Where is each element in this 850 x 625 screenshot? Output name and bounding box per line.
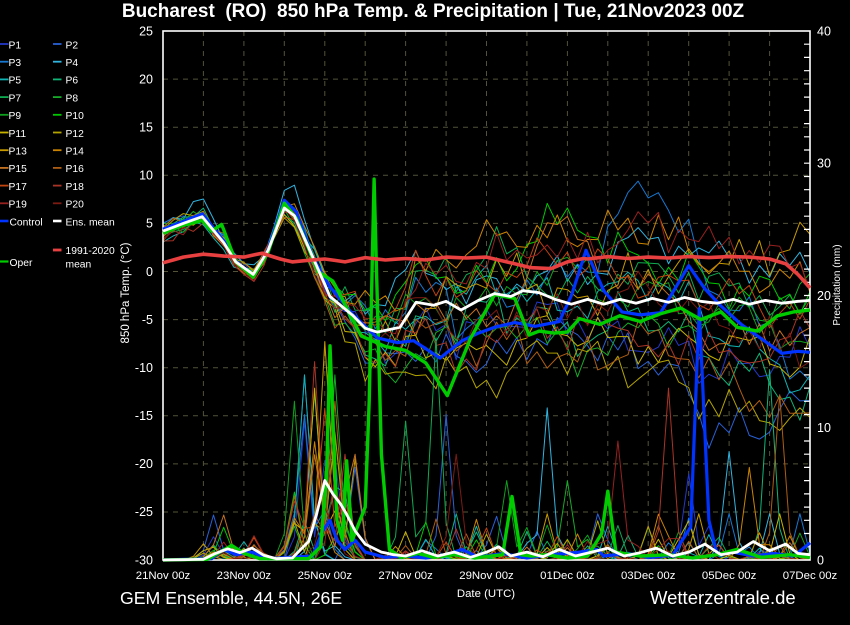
svg-text:P14: P14: [66, 147, 85, 158]
svg-text:-5: -5: [142, 313, 153, 327]
svg-text:P12: P12: [66, 129, 85, 140]
svg-text:-20: -20: [135, 457, 153, 471]
svg-text:P15: P15: [9, 164, 28, 175]
svg-text:0: 0: [146, 265, 153, 279]
svg-text:P16: P16: [66, 164, 85, 175]
svg-text:Wetterzentrale.de: Wetterzentrale.de: [650, 587, 796, 608]
svg-text:25: 25: [139, 24, 153, 38]
svg-text:P5: P5: [9, 76, 22, 87]
svg-text:P18: P18: [66, 182, 85, 193]
svg-text:GEM Ensemble, 44.5N, 26E: GEM Ensemble, 44.5N, 26E: [120, 588, 342, 608]
svg-text:P7: P7: [9, 93, 22, 104]
svg-text:20: 20: [139, 72, 153, 86]
svg-text:P3: P3: [9, 58, 22, 69]
svg-text:Control: Control: [10, 217, 43, 228]
svg-text:5: 5: [146, 217, 153, 231]
svg-text:mean: mean: [66, 260, 92, 271]
svg-text:P2: P2: [66, 40, 79, 51]
svg-text:Precipitation (mm): Precipitation (mm): [832, 244, 843, 325]
svg-text:-25: -25: [135, 505, 153, 519]
svg-text:Ens. mean: Ens. mean: [66, 217, 115, 228]
svg-text:P17: P17: [9, 182, 28, 193]
svg-text:21Nov 00z: 21Nov 00z: [136, 570, 191, 582]
svg-text:29Nov 00z: 29Nov 00z: [459, 570, 514, 582]
svg-text:15: 15: [139, 121, 153, 135]
svg-text:40: 40: [817, 24, 831, 38]
svg-text:05Dec 00z: 05Dec 00z: [702, 570, 757, 582]
svg-text:10: 10: [817, 421, 831, 435]
svg-text:Bucharest (RO) 850 hPa Temp.: Bucharest (RO) 850 hPa Temp. & Precipita…: [122, 1, 745, 22]
svg-text:23Nov 00z: 23Nov 00z: [217, 570, 272, 582]
svg-text:P1: P1: [9, 40, 22, 51]
svg-text:-10: -10: [135, 361, 153, 375]
svg-text:07Dec 00z: 07Dec 00z: [783, 570, 838, 582]
svg-text:P8: P8: [66, 93, 79, 104]
svg-text:P19: P19: [9, 200, 28, 211]
svg-text:27Nov 00z: 27Nov 00z: [378, 570, 433, 582]
svg-text:850 hPa Temp. (°C): 850 hPa Temp. (°C): [120, 242, 132, 343]
svg-text:-15: -15: [135, 409, 153, 423]
svg-text:Date (UTC): Date (UTC): [457, 588, 515, 600]
svg-text:01Dec 00z: 01Dec 00z: [540, 570, 595, 582]
svg-text:-30: -30: [135, 553, 153, 567]
svg-text:1991-2020: 1991-2020: [66, 246, 116, 257]
svg-text:30: 30: [817, 157, 831, 171]
svg-text:P6: P6: [66, 76, 79, 87]
svg-text:25Nov 00z: 25Nov 00z: [298, 570, 353, 582]
svg-text:0: 0: [817, 553, 824, 567]
svg-text:P4: P4: [66, 58, 79, 69]
svg-text:P13: P13: [9, 147, 28, 158]
svg-text:P9: P9: [9, 111, 22, 122]
svg-text:20: 20: [817, 289, 831, 303]
svg-text:P10: P10: [66, 111, 85, 122]
svg-text:03Dec 00z: 03Dec 00z: [621, 570, 676, 582]
svg-text:Oper: Oper: [10, 258, 33, 269]
svg-text:10: 10: [139, 169, 153, 183]
svg-text:P20: P20: [66, 200, 85, 211]
svg-text:P11: P11: [9, 129, 27, 140]
